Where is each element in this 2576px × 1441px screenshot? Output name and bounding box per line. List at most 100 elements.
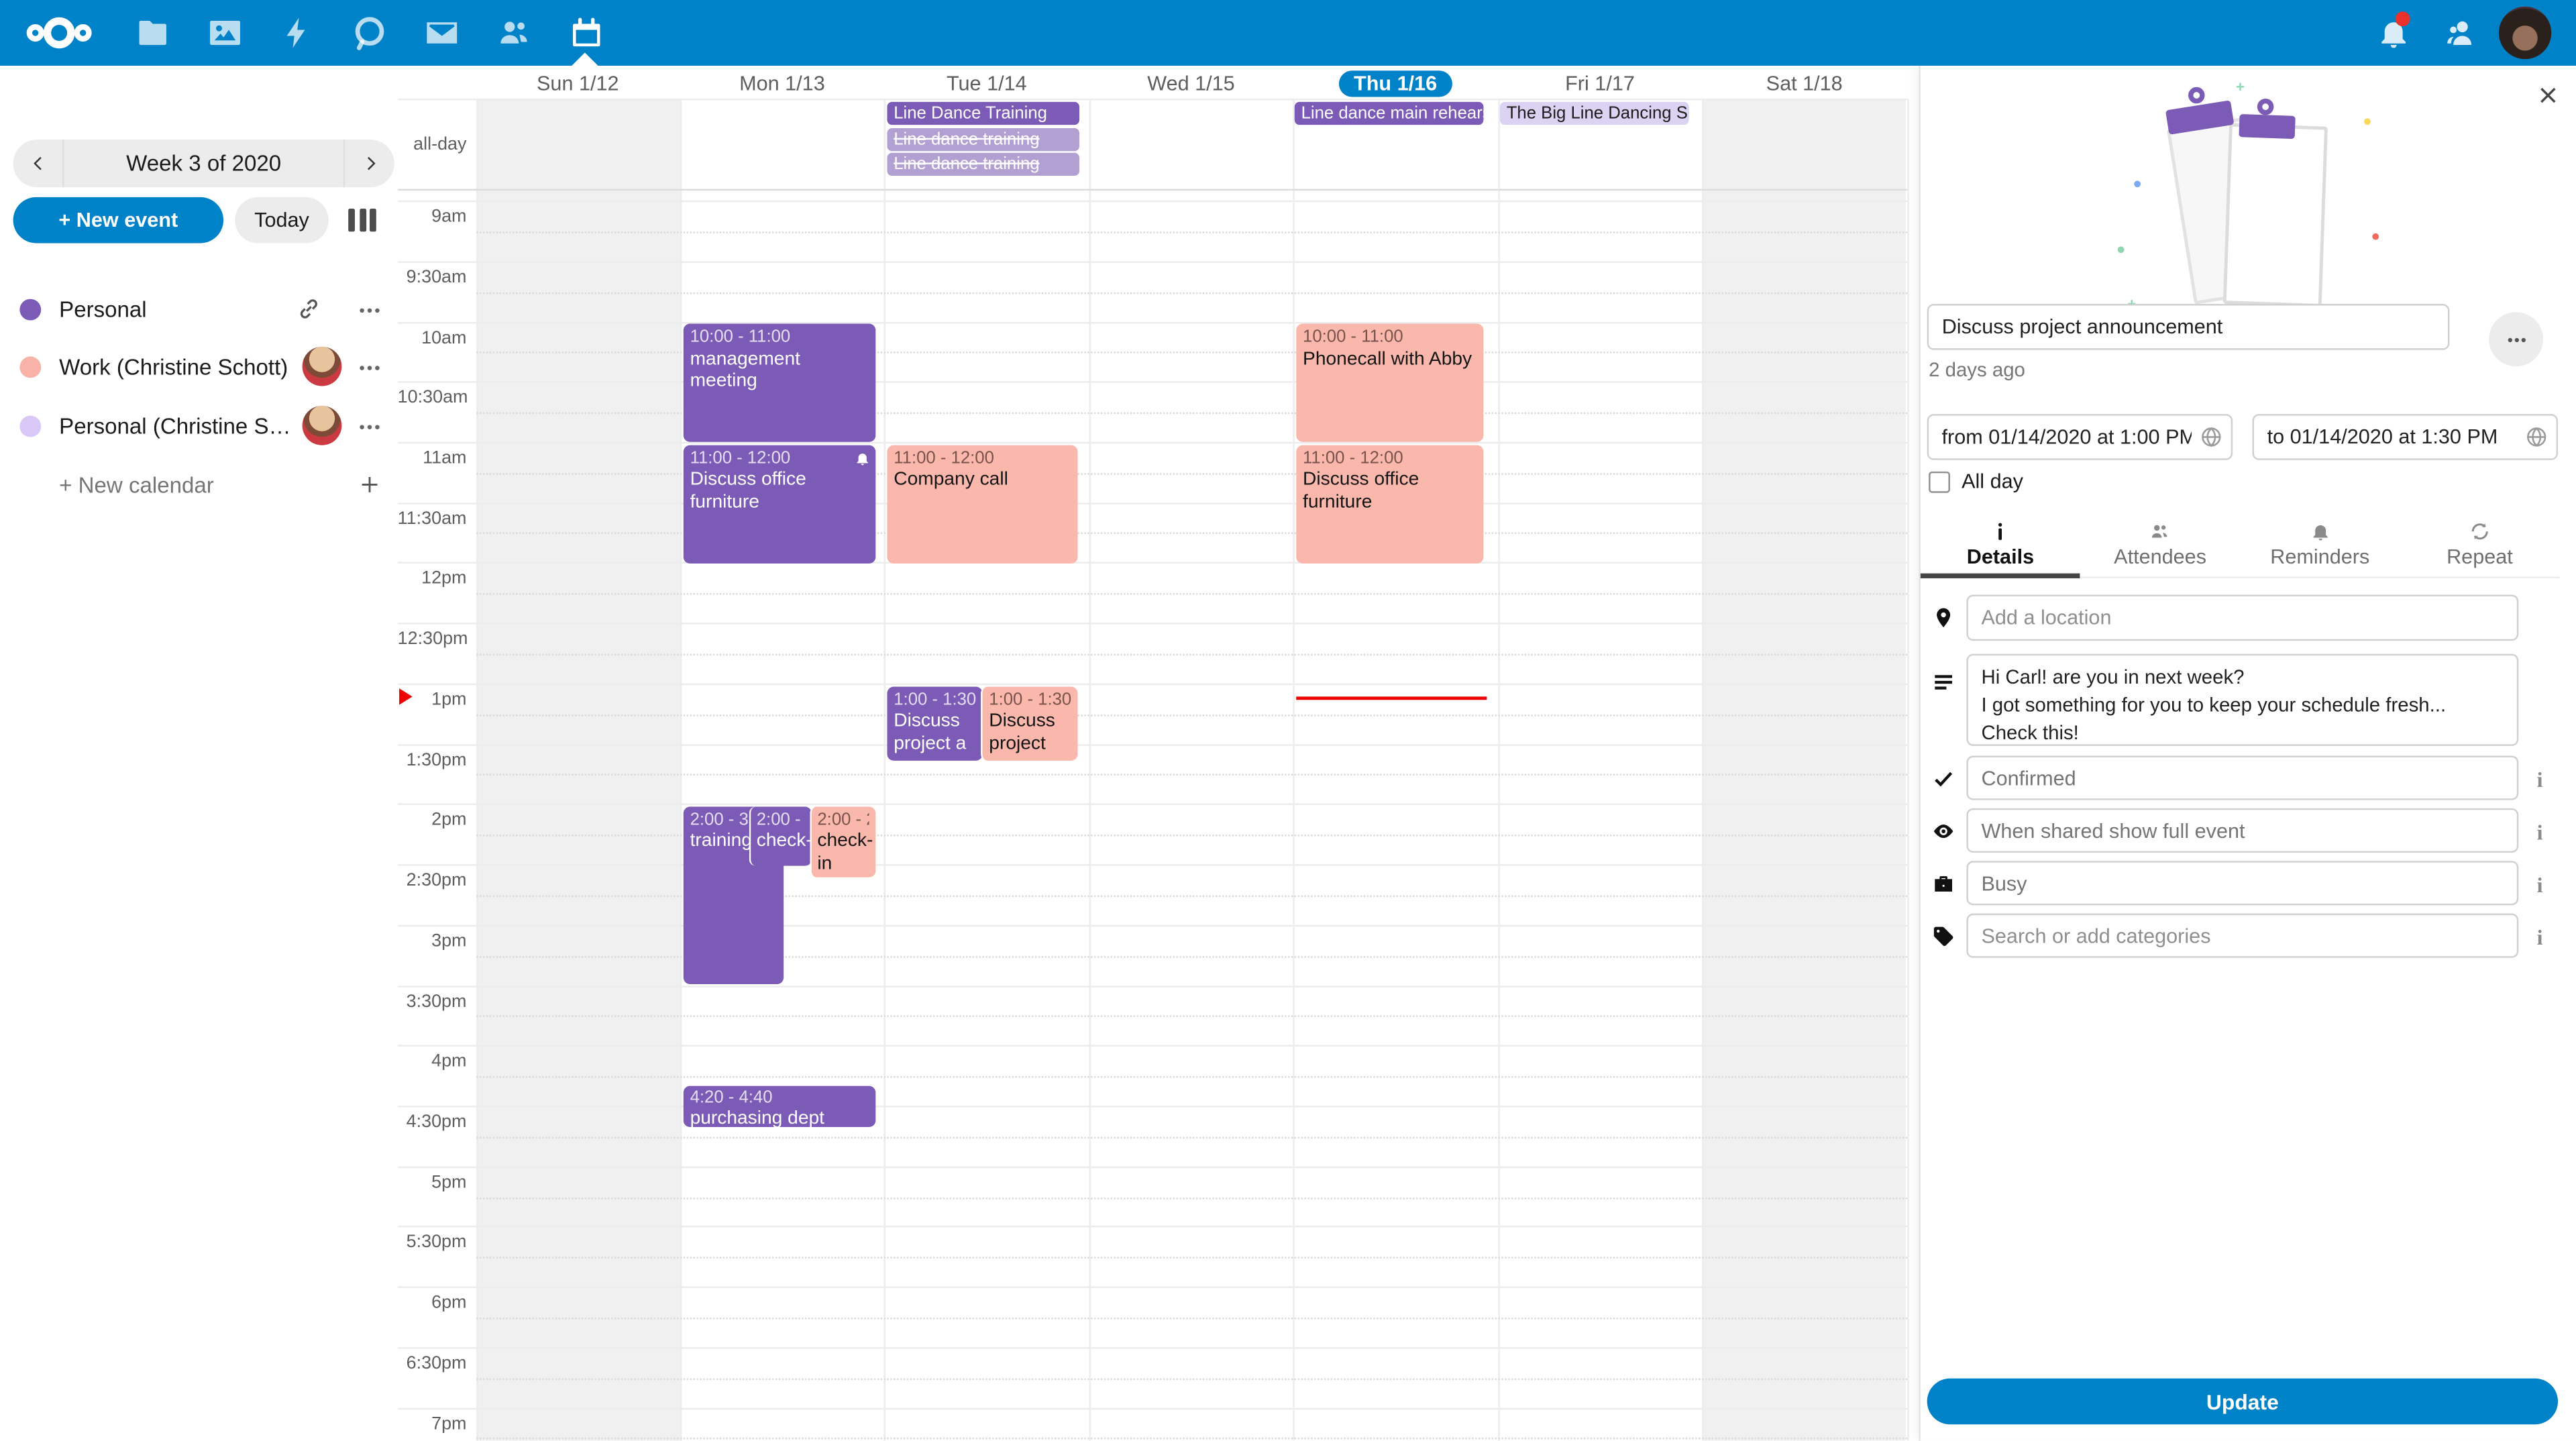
day-header-fri[interactable]: Fri 1/17 (1498, 69, 1703, 97)
calendar-list-item-personal-christine[interactable]: Personal (Christine Schott) (0, 398, 398, 456)
time-slot-row[interactable]: 11:30am (398, 502, 1908, 562)
today-button[interactable]: Today (235, 197, 329, 244)
time-slot-row[interactable]: 1:30pm (398, 743, 1908, 804)
event-company-call[interactable]: 11:00 - 12:00Company call (887, 444, 1077, 562)
event-discuss-project[interactable]: 1:00 - 1:30Discuss project (981, 686, 1077, 759)
update-button[interactable]: Update (1927, 1379, 2558, 1425)
time-slot-row[interactable]: 7pm (398, 1407, 1908, 1441)
tab-repeat[interactable]: Repeat (2400, 513, 2559, 577)
more-icon[interactable] (356, 414, 382, 440)
time-slot-row[interactable]: 4:30pm (398, 1106, 1908, 1166)
contacts-icon[interactable] (496, 15, 533, 51)
close-icon[interactable] (2536, 84, 2559, 107)
calendar-list-item-personal[interactable]: Personal (0, 281, 398, 339)
all-day-label: All day (1962, 470, 2023, 492)
time-slot-row[interactable]: 10:30am (398, 382, 1908, 442)
next-week-button[interactable] (345, 140, 394, 187)
more-icon[interactable] (356, 355, 382, 381)
visibility-select[interactable] (1966, 808, 2518, 853)
activity-icon[interactable] (279, 15, 315, 51)
all-day-checkbox[interactable] (1929, 472, 1950, 493)
event-actions-more-button[interactable] (2489, 312, 2543, 366)
time-slot-row[interactable]: 9am (398, 201, 1908, 261)
event-discuss-project-announcement[interactable]: 1:00 - 1:30Discuss project announcement (887, 686, 981, 759)
tab-reminders[interactable]: Reminders (2240, 513, 2400, 577)
time-slot-row[interactable]: 3:30pm (398, 985, 1908, 1045)
time-slot-row[interactable]: 12:30pm (398, 623, 1908, 683)
event-management-meeting[interactable]: 10:00 - 11:00management meeting (684, 323, 876, 441)
tab-details[interactable]: Details (1921, 513, 2080, 577)
illustration-sheet (2223, 123, 2328, 307)
more-icon[interactable] (356, 297, 382, 323)
tab-attendees[interactable]: Attendees (2080, 513, 2240, 577)
illustration-clip-ring (2188, 87, 2204, 103)
new-calendar-button[interactable]: + New calendar (0, 457, 398, 515)
allday-event-cancelled[interactable]: Line dance training (887, 153, 1079, 176)
last-modified-label: 2 days ago (1929, 358, 2025, 381)
time-slot-row[interactable]: 1pm (398, 683, 1908, 743)
notifications-bell-icon[interactable] (2375, 15, 2412, 51)
view-toggle-icon[interactable] (348, 209, 378, 231)
event-check-in-purple[interactable]: 2:00 - 2:30check-in (749, 806, 811, 865)
contacts-menu-icon[interactable] (2441, 15, 2477, 51)
week-label[interactable]: Week 3 of 2020 (62, 140, 345, 187)
time-slot-row[interactable]: 5pm (398, 1166, 1908, 1226)
location-input[interactable] (1966, 595, 2518, 641)
tag-icon (1932, 925, 1955, 948)
time-slot-row[interactable]: 2:30pm (398, 864, 1908, 924)
time-slot-row[interactable]: 2pm (398, 804, 1908, 864)
freebusy-select[interactable] (1966, 861, 2518, 905)
event-discuss-office-furniture-mon[interactable]: 11:00 - 12:00Discuss office furniture (684, 444, 876, 562)
day-header-sun[interactable]: Sun 1/12 (476, 69, 680, 97)
bell-icon (2309, 521, 2330, 542)
timezone-globe-icon[interactable] (2525, 425, 2548, 448)
time-slot-row[interactable]: 9:30am (398, 261, 1908, 321)
week-view-grid: Sun 1/12 Mon 1/13 Tue 1/14 Wed 1/15 Thu … (398, 66, 1919, 1441)
end-datetime-input[interactable] (2253, 414, 2559, 460)
event-title-input[interactable] (1927, 304, 2450, 350)
time-slot-row[interactable]: 11am (398, 442, 1908, 502)
time-slot-row[interactable]: 12pm (398, 563, 1908, 623)
info-icon[interactable]: i (2532, 872, 2548, 898)
info-icon[interactable]: i (2532, 820, 2548, 846)
day-header-wed[interactable]: Wed 1/15 (1089, 69, 1293, 97)
time-slot-row[interactable]: 3pm (398, 924, 1908, 985)
info-icon[interactable]: i (2532, 925, 2548, 951)
allday-event[interactable]: Line Dance Training (887, 102, 1079, 125)
files-icon[interactable] (135, 15, 171, 51)
new-event-button[interactable]: + New event (13, 197, 223, 244)
status-select[interactable] (1966, 756, 2518, 800)
time-slot-row[interactable]: 5:30pm (398, 1226, 1908, 1287)
timezone-globe-icon[interactable] (2200, 425, 2222, 448)
event-purchasing-dept[interactable]: 4:20 - 4:40purchasing dept (684, 1085, 876, 1127)
time-slot-row[interactable]: 4pm (398, 1045, 1908, 1106)
photos-icon[interactable] (207, 15, 244, 51)
calendar-list-item-work-christine[interactable]: Work (Christine Schott) (0, 338, 398, 396)
time-slot-row[interactable]: 6:30pm (398, 1347, 1908, 1407)
categories-input[interactable] (1966, 914, 2518, 958)
event-phonecall-with-abby[interactable]: 10:00 - 11:00Phonecall with Abby (1296, 323, 1483, 441)
allday-event-cancelled[interactable]: Line dance training (887, 127, 1079, 150)
time-slot-row[interactable]: 10am (398, 321, 1908, 382)
day-header-mon[interactable]: Mon 1/13 (680, 69, 885, 97)
allday-event[interactable]: The Big Line Dancing Show (1500, 102, 1689, 125)
description-textarea[interactable]: Hi Carl! are you in next week? I got som… (1966, 654, 2518, 746)
user-avatar[interactable] (2499, 7, 2551, 59)
event-discuss-office-furniture-thu[interactable]: 11:00 - 12:00Discuss office furniture (1296, 444, 1483, 562)
nextcloud-logo[interactable] (23, 13, 95, 53)
day-header-thu-active[interactable]: Thu 1/16 (1293, 69, 1498, 97)
day-header-sat[interactable]: Sat 1/18 (1702, 69, 1907, 97)
info-icon[interactable]: i (2532, 767, 2548, 794)
allday-event[interactable]: Line dance main rehearsal (1295, 102, 1484, 125)
link-icon[interactable] (296, 296, 322, 322)
mail-icon[interactable] (424, 15, 460, 51)
talk-icon[interactable] (352, 15, 388, 51)
start-datetime-input[interactable] (1927, 414, 2233, 460)
event-check-in-salmon[interactable]: 2:00 - 2:30check-in (809, 806, 875, 876)
info-icon (1990, 521, 2011, 542)
calendar-app: Week 3 of 2020 + New event Today Persona… (0, 0, 2576, 1441)
calendar-icon[interactable] (568, 15, 604, 51)
time-slot-row[interactable]: 6pm (398, 1287, 1908, 1347)
day-header-tue[interactable]: Tue 1/14 (885, 69, 1089, 97)
previous-week-button[interactable] (13, 140, 62, 187)
